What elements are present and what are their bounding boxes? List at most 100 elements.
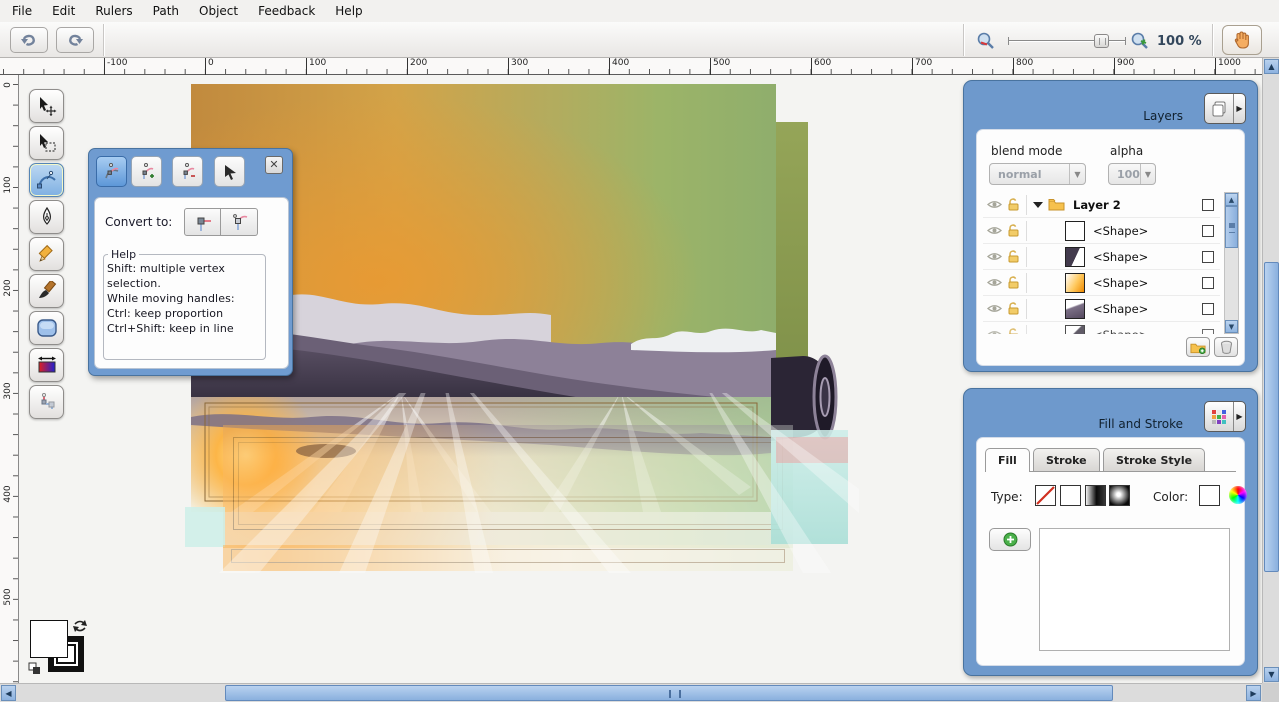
zoom-slider[interactable]: [1008, 36, 1126, 46]
tool-pen[interactable]: [29, 200, 64, 234]
add-gradient-stop-button[interactable]: [989, 528, 1031, 551]
scroll-up-icon[interactable]: ▲: [1264, 59, 1279, 74]
scroll-down-icon[interactable]: ▼: [1225, 320, 1238, 333]
visibility-eye-icon[interactable]: [987, 251, 1002, 262]
fill-stroke-indicator[interactable]: [28, 618, 98, 678]
color-wheel-icon[interactable]: [1229, 486, 1247, 504]
horizontal-scrollbar[interactable]: ◀ ▶: [0, 683, 1262, 702]
menu-object[interactable]: Object: [189, 1, 248, 21]
layer-checkbox[interactable]: [1202, 199, 1214, 211]
delete-node-button[interactable]: [172, 156, 203, 187]
vertical-scrollbar-thumb[interactable]: [1264, 262, 1279, 572]
shape-name[interactable]: <Shape>: [1093, 276, 1148, 290]
tool-select-move[interactable]: [29, 89, 64, 123]
layer-list-scrollbar[interactable]: ▲ ▼: [1224, 192, 1239, 334]
tool-select-rect[interactable]: [29, 126, 64, 160]
lock-open-icon[interactable]: [1007, 198, 1020, 211]
tool-node-edit[interactable]: [29, 163, 64, 197]
layer-row[interactable]: <Shape>: [983, 270, 1220, 296]
layer-checkbox[interactable]: [1202, 225, 1214, 237]
blend-mode-select[interactable]: normal ▼: [989, 163, 1086, 185]
scroll-up-icon[interactable]: ▲: [1225, 193, 1238, 206]
pen-icon: [39, 207, 55, 227]
visibility-eye-icon[interactable]: [987, 277, 1002, 288]
tool-snap-node[interactable]: [29, 385, 64, 419]
layers-panel-menu-button[interactable]: ▶: [1204, 93, 1246, 124]
horizontal-scrollbar-thumb[interactable]: [225, 685, 1113, 701]
lock-open-icon[interactable]: [1007, 250, 1020, 263]
tab-stroke[interactable]: Stroke: [1033, 448, 1100, 471]
scroll-left-icon[interactable]: ◀: [1, 685, 16, 701]
scroll-down-icon[interactable]: ▼: [1264, 667, 1279, 682]
zoom-out-icon[interactable]: [976, 32, 996, 50]
pan-hand-button[interactable]: [1222, 25, 1262, 55]
menu-feedback[interactable]: Feedback: [248, 1, 325, 21]
menu-path[interactable]: Path: [143, 1, 189, 21]
zoom-in-icon[interactable]: [1130, 32, 1150, 50]
layer-checkbox[interactable]: [1202, 329, 1214, 335]
visibility-eye-icon[interactable]: [987, 303, 1002, 314]
fill-radial-gradient-swatch[interactable]: [1109, 485, 1130, 506]
ruler-label: 300: [508, 58, 528, 75]
edit-node-button[interactable]: [96, 156, 127, 187]
layer-row[interactable]: Layer 2: [983, 192, 1220, 218]
tool-gradient[interactable]: [29, 348, 64, 382]
layer-checkbox[interactable]: [1202, 277, 1214, 289]
scrollbar-thumb[interactable]: [1225, 206, 1238, 248]
tab-fill[interactable]: Fill: [985, 448, 1030, 472]
layer-name[interactable]: Layer 2: [1073, 198, 1121, 212]
fill-color-swatch[interactable]: [30, 620, 68, 658]
lock-open-icon[interactable]: [1007, 276, 1020, 289]
layer-row[interactable]: <Shape>: [983, 218, 1220, 244]
delete-layer-button[interactable]: [1214, 337, 1238, 357]
add-node-button[interactable]: [131, 156, 162, 187]
layer-row[interactable]: <Shape>: [983, 322, 1220, 334]
shape-name[interactable]: <Shape>: [1093, 302, 1148, 316]
tool-brush[interactable]: [29, 274, 64, 308]
zoom-slider-thumb[interactable]: [1094, 34, 1109, 48]
layer-checkbox[interactable]: [1202, 303, 1214, 315]
menu-edit[interactable]: Edit: [42, 1, 85, 21]
chevron-right-icon[interactable]: ▶: [1233, 94, 1245, 123]
alpha-select[interactable]: 100 ▼: [1108, 163, 1156, 185]
tool-pencil[interactable]: [29, 237, 64, 271]
tool-rounded-rect[interactable]: [29, 311, 64, 345]
gradient-stops-listbox[interactable]: [1039, 528, 1230, 651]
fill-linear-gradient-swatch[interactable]: [1085, 485, 1106, 506]
fill-stroke-panel-menu-button[interactable]: ▶: [1204, 401, 1246, 432]
menu-rulers[interactable]: Rulers: [85, 1, 142, 21]
undo-button[interactable]: [10, 27, 48, 53]
current-color-swatch[interactable]: [1199, 485, 1220, 506]
layer-row[interactable]: <Shape>: [983, 296, 1220, 322]
layer-checkbox[interactable]: [1202, 251, 1214, 263]
fill-flat-swatch[interactable]: [1060, 485, 1081, 506]
vertical-scrollbar[interactable]: ▲ ▼: [1262, 58, 1279, 683]
expand-triangle-icon[interactable]: [1033, 202, 1043, 208]
redo-button[interactable]: [56, 27, 94, 53]
menu-help[interactable]: Help: [325, 1, 372, 21]
default-colors-icon[interactable]: [28, 662, 41, 675]
shape-name[interactable]: <Shape>: [1093, 224, 1148, 238]
chevron-right-icon[interactable]: ▶: [1233, 402, 1245, 431]
layer-row[interactable]: <Shape>: [983, 244, 1220, 270]
arrow-select-button[interactable]: [214, 156, 245, 187]
ruler-label: 700: [912, 58, 932, 75]
node-tool-dialog[interactable]: ✕ Convert to: Help Shi: [88, 148, 293, 376]
lock-open-icon[interactable]: [1007, 302, 1020, 315]
visibility-eye-icon[interactable]: [987, 225, 1002, 236]
close-icon[interactable]: ✕: [265, 156, 283, 174]
visibility-eye-icon[interactable]: [987, 199, 1002, 210]
shape-name[interactable]: <Shape>: [1093, 328, 1148, 335]
lock-open-icon[interactable]: [1007, 328, 1020, 334]
swap-colors-icon[interactable]: [72, 618, 88, 634]
convert-to-corner-button[interactable]: [184, 208, 221, 236]
scroll-right-icon[interactable]: ▶: [1246, 685, 1261, 701]
shape-name[interactable]: <Shape>: [1093, 250, 1148, 264]
lock-open-icon[interactable]: [1007, 224, 1020, 237]
fill-none-swatch[interactable]: [1035, 485, 1056, 506]
convert-to-smooth-button[interactable]: [221, 208, 258, 236]
visibility-eye-icon[interactable]: [987, 329, 1002, 334]
new-layer-button[interactable]: [1186, 337, 1210, 357]
tab-stroke-style[interactable]: Stroke Style: [1103, 448, 1205, 471]
menu-file[interactable]: File: [2, 1, 42, 21]
